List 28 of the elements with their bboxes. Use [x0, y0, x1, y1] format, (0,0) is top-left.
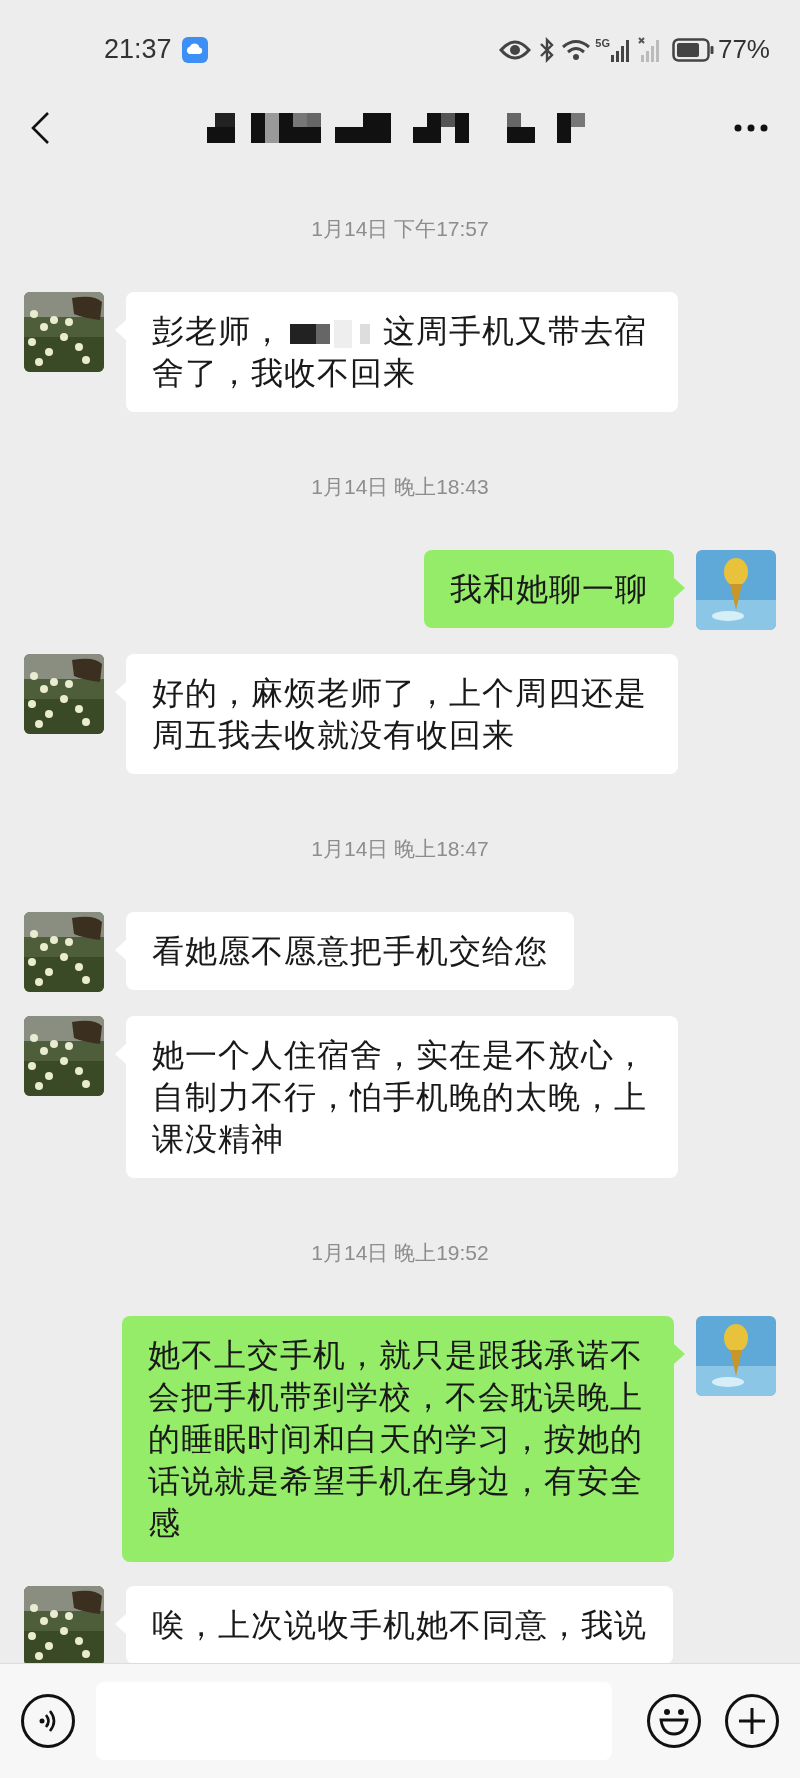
timestamp: 1月14日 晚上18:47 — [311, 836, 489, 862]
message-text: 唉，上次说收手机她不同意，我说 — [152, 1607, 647, 1643]
no-signal-icon — [637, 36, 662, 63]
sound-wave-icon — [38, 1709, 58, 1733]
message-text: 好的，麻烦老师了，上个周四还是周五我去收就没有收回来 — [152, 675, 647, 753]
message-text: 我和她聊一聊 — [450, 571, 648, 607]
message-text: 她不上交手机，就只是跟我承诺不会把手机带到学校，不会耽误晚上的睡眠时间和白天的学习，按她的话说就是希望手机在身边，有安全感 — [148, 1337, 643, 1541]
battery-icon — [671, 37, 714, 62]
voice-button[interactable] — [21, 1694, 75, 1748]
message-text: 舍了，我收不回来 — [152, 354, 416, 393]
plus-icon — [738, 1707, 766, 1735]
eye-icon — [499, 38, 532, 61]
timestamp: 1月14日 晚上18:43 — [311, 474, 489, 500]
network-type-label: 5G — [595, 36, 610, 49]
bluetooth-icon — [539, 36, 556, 63]
message-text: 她一个人住宿舍，实在是不放心，自制力不行，怕手机晚的太晚，上课没精神 — [152, 1037, 647, 1157]
message-text: 看她愿不愿意把手机交给您 — [152, 933, 548, 969]
timestamp: 1月14日 下午17:57 — [311, 216, 489, 242]
plus-button[interactable] — [725, 1694, 779, 1748]
battery-percentage: 77% — [717, 33, 770, 66]
cloud-app-icon — [181, 36, 208, 63]
timestamp: 1月14日 晚上19:52 — [311, 1240, 489, 1266]
emoji-button[interactable] — [647, 1694, 701, 1748]
message-text: 彭老师， — [152, 312, 284, 351]
status-time: 21:37 — [104, 33, 172, 67]
message-text: 这周手机又带去宿 — [383, 312, 647, 351]
wifi-icon — [561, 37, 592, 62]
smiley-icon — [657, 1706, 691, 1736]
